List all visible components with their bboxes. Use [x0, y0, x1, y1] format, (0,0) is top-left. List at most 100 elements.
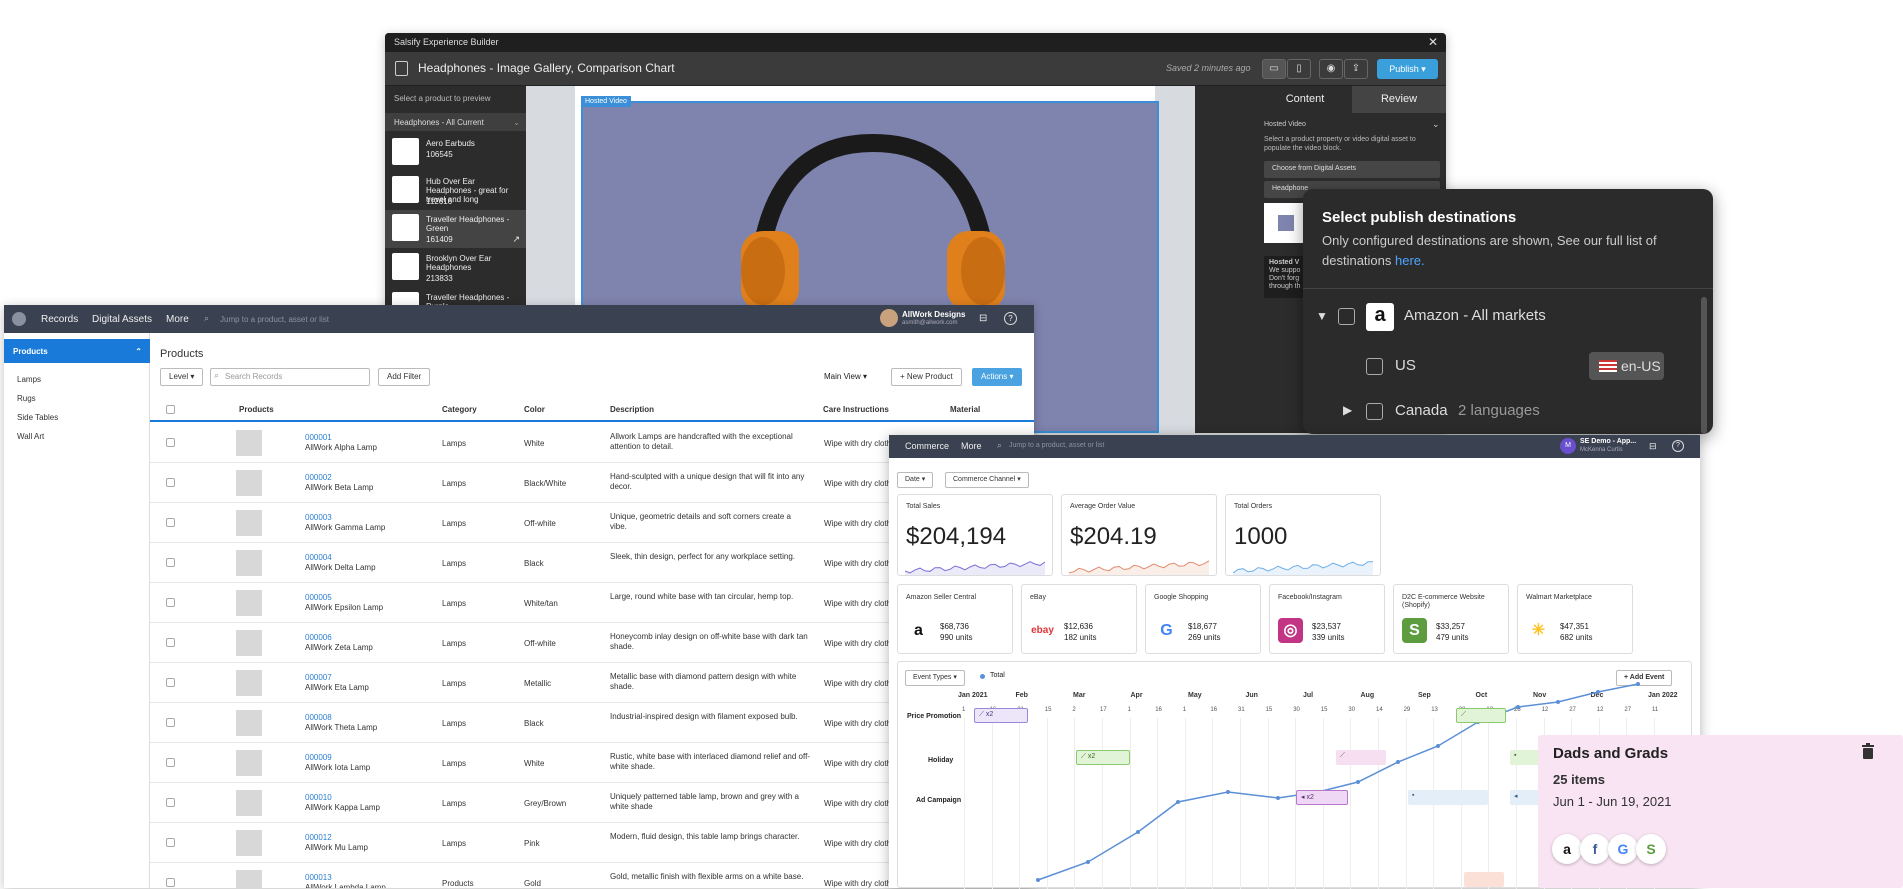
global-search-input[interactable]: Jump to a product, asset or list: [220, 315, 329, 324]
column-description[interactable]: Description: [610, 405, 654, 414]
amazon-checkbox[interactable]: [1338, 308, 1355, 325]
product-id-link[interactable]: 000008: [305, 713, 332, 723]
marketplace-card[interactable]: Amazon Seller Central a $68,736 990 units: [897, 584, 1013, 654]
main-view-dropdown[interactable]: Main View ▾: [824, 372, 867, 381]
row-checkbox[interactable]: [166, 678, 175, 687]
column-material[interactable]: Material: [950, 405, 980, 414]
help-icon[interactable]: ?: [1672, 440, 1684, 452]
close-icon[interactable]: ✕: [1428, 35, 1438, 49]
marketplace-card[interactable]: Walmart Marketplace ✳ $47,351 682 units: [1517, 584, 1633, 654]
ad-campaign-event-bar[interactable]: ▪: [1408, 790, 1488, 805]
row-checkbox[interactable]: [166, 558, 175, 567]
sidebar-item-rugs[interactable]: Rugs: [17, 394, 36, 403]
share-icon[interactable]: ⇪: [1344, 59, 1368, 79]
us-checkbox[interactable]: [1366, 358, 1383, 375]
column-care-instructions[interactable]: Care Instructions: [823, 405, 889, 414]
product-list-item[interactable]: Brooklyn Over Ear Headphones 213833: [385, 249, 526, 287]
row-checkbox[interactable]: [166, 758, 175, 767]
row-checkbox[interactable]: [166, 478, 175, 487]
row-checkbox[interactable]: [166, 838, 175, 847]
product-id-link[interactable]: 000007: [305, 673, 332, 683]
avatar[interactable]: [880, 309, 898, 327]
nav-records[interactable]: Records: [41, 314, 78, 325]
holiday-event-bar[interactable]: ⟋ x2: [1076, 750, 1130, 765]
marketplace-card[interactable]: Google Shopping G $18,677 269 units: [1145, 584, 1261, 654]
search-records-input[interactable]: Search Records: [210, 368, 370, 386]
product-filter-dropdown[interactable]: Headphones - All Current ⌄: [385, 113, 526, 131]
product-id-link[interactable]: 000009: [305, 753, 332, 763]
price-promotion-event-bar[interactable]: ⟋: [1456, 708, 1506, 723]
product-list-item[interactable]: Hub Over Ear Headphones - great for trav…: [385, 172, 526, 210]
kpi-card[interactable]: Total Sales $204,194: [897, 494, 1053, 576]
desktop-view-icon[interactable]: ▭: [1262, 59, 1286, 79]
publish-button[interactable]: Publish ▾: [1377, 59, 1438, 79]
row-checkbox[interactable]: [166, 878, 175, 887]
product-name: AllWork Kappa Lamp: [305, 803, 380, 812]
event-detail-card[interactable]: Dads and Grads 25 items Jun 1 - Jun 19, …: [1538, 735, 1903, 888]
product-list-item-selected[interactable]: Traveller Headphones - Green 161409 ↗: [385, 210, 526, 248]
ad-campaign-event-bar[interactable]: ◂ x2: [1296, 790, 1348, 805]
chevron-down-icon[interactable]: ⌄: [1432, 119, 1440, 130]
global-search-input[interactable]: Jump to a product, asset or list: [1009, 442, 1104, 449]
kpi-card[interactable]: Average Order Value $204.19: [1061, 494, 1217, 576]
new-product-button[interactable]: + New Product: [891, 368, 962, 386]
kpi-card[interactable]: Total Orders 1000: [1225, 494, 1381, 576]
holiday-event-bar[interactable]: ⟋: [1336, 750, 1386, 765]
trash-icon[interactable]: [1861, 743, 1875, 759]
tab-content[interactable]: Content: [1258, 86, 1352, 113]
column-products[interactable]: Products: [239, 405, 274, 414]
sidebar-item-wall-art[interactable]: Wall Art: [17, 432, 44, 441]
marketplace-card[interactable]: eBay ebay $12,636 182 units: [1021, 584, 1137, 654]
product-id-link[interactable]: 000004: [305, 553, 332, 563]
marketplace-card[interactable]: D2C E-commerce Website (Shopify) S $33,257…: [1393, 584, 1509, 654]
sidebar-item-lamps[interactable]: Lamps: [17, 375, 41, 384]
sidebar-item-products[interactable]: Products ⌃: [4, 339, 150, 363]
collapse-triangle-icon[interactable]: ▼: [1316, 309, 1328, 323]
row-checkbox[interactable]: [166, 798, 175, 807]
level-dropdown[interactable]: Level ▾: [160, 368, 204, 386]
tab-review[interactable]: Review: [1352, 86, 1446, 113]
commerce-channel-filter[interactable]: Commerce Channel ▾: [945, 472, 1029, 488]
avatar[interactable]: M: [1560, 438, 1576, 454]
product-id-link[interactable]: 000012: [305, 833, 332, 843]
row-checkbox[interactable]: [166, 518, 175, 527]
canada-checkbox[interactable]: [1366, 403, 1383, 420]
digital-assets-select[interactable]: Choose from Digital Assets: [1264, 161, 1440, 178]
column-category[interactable]: Category: [442, 405, 477, 414]
app-logo-icon[interactable]: [12, 312, 26, 326]
product-id-link[interactable]: 000005: [305, 593, 332, 603]
nav-digital-assets[interactable]: Digital Assets: [92, 314, 152, 325]
add-filter-button[interactable]: Add Filter: [378, 368, 431, 386]
marketplace-card[interactable]: Facebook/Instagram ◎ $23,537 339 units: [1269, 584, 1385, 654]
product-id-link[interactable]: 000010: [305, 793, 332, 803]
inbox-icon[interactable]: ⊟: [979, 313, 987, 324]
actions-button[interactable]: Actions ▾: [972, 368, 1023, 386]
product-id-link[interactable]: 000006: [305, 633, 332, 643]
date-filter[interactable]: Date ▾: [897, 472, 934, 488]
price-promotion-event-bar[interactable]: ⟋ x2: [974, 708, 1028, 723]
product-id-link[interactable]: 000001: [305, 433, 332, 443]
preview-eye-icon[interactable]: ◉: [1319, 59, 1343, 79]
mobile-view-icon[interactable]: ▯: [1287, 59, 1311, 79]
sidebar-item-side-tables[interactable]: Side Tables: [17, 413, 58, 422]
select-all-checkbox[interactable]: [166, 405, 175, 414]
product-id-link[interactable]: 000003: [305, 513, 332, 523]
scrollbar[interactable]: [1701, 297, 1707, 434]
nav-commerce[interactable]: Commerce: [905, 441, 949, 451]
nav-more[interactable]: More: [166, 314, 189, 325]
product-id-link[interactable]: 000002: [305, 473, 332, 483]
destinations-link[interactable]: here.: [1395, 253, 1425, 268]
column-color[interactable]: Color: [524, 405, 545, 414]
product-id-link[interactable]: 000013: [305, 873, 332, 883]
help-icon[interactable]: ?: [1004, 312, 1017, 325]
row-checkbox[interactable]: [166, 598, 175, 607]
product-list-item[interactable]: Aero Earbuds 106545: [385, 134, 526, 171]
inbox-icon[interactable]: ⊟: [1649, 441, 1657, 452]
row-checkbox[interactable]: [166, 718, 175, 727]
expand-triangle-icon[interactable]: ▶: [1343, 403, 1352, 417]
external-link-icon[interactable]: ↗: [512, 234, 520, 245]
nav-more[interactable]: More: [961, 441, 982, 451]
event-bar[interactable]: [1464, 872, 1504, 887]
row-checkbox[interactable]: [166, 438, 175, 447]
row-checkbox[interactable]: [166, 638, 175, 647]
